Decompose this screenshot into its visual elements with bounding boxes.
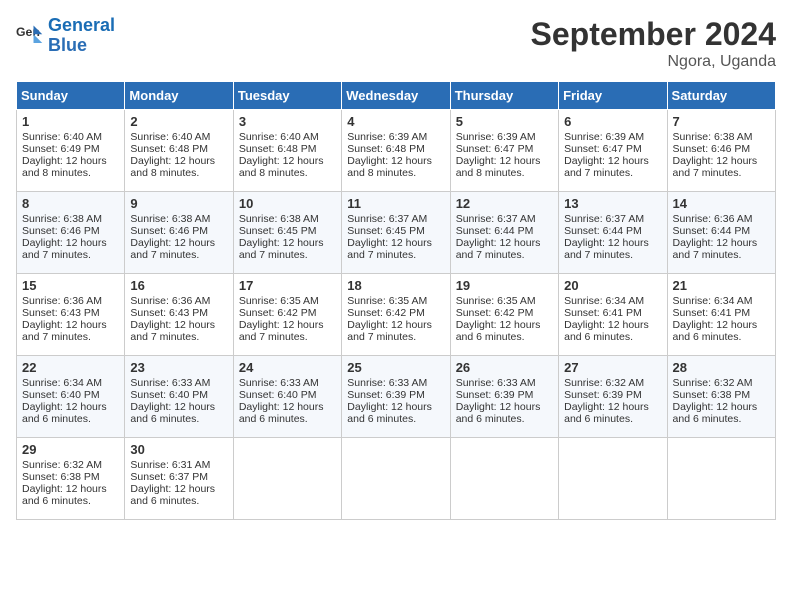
day-number: 5: [456, 114, 553, 129]
day-cell-10: 10 Sunrise: 6:38 AM Sunset: 6:45 PM Dayl…: [233, 192, 341, 274]
day-number: 14: [673, 196, 770, 211]
day-number: 6: [564, 114, 661, 129]
day-number: 13: [564, 196, 661, 211]
col-thursday: Thursday: [450, 82, 558, 110]
empty-cell: [450, 438, 558, 520]
page-header: Gen General Blue September 2024 Ngora, U…: [16, 16, 776, 71]
day-cell-22: 22 Sunrise: 6:34 AM Sunset: 6:40 PM Dayl…: [17, 356, 125, 438]
day-number: 16: [130, 278, 227, 293]
location: Ngora, Uganda: [531, 53, 776, 71]
day-number: 3: [239, 114, 336, 129]
calendar-row: 22 Sunrise: 6:34 AM Sunset: 6:40 PM Dayl…: [17, 356, 776, 438]
day-cell-29: 29 Sunrise: 6:32 AM Sunset: 6:38 PM Dayl…: [17, 438, 125, 520]
day-cell-7: 7 Sunrise: 6:38 AM Sunset: 6:46 PM Dayli…: [667, 110, 775, 192]
empty-cell: [559, 438, 667, 520]
calendar-row: 1 Sunrise: 6:40 AM Sunset: 6:49 PM Dayli…: [17, 110, 776, 192]
day-cell-4: 4 Sunrise: 6:39 AM Sunset: 6:48 PM Dayli…: [342, 110, 450, 192]
day-cell-23: 23 Sunrise: 6:33 AM Sunset: 6:40 PM Dayl…: [125, 356, 233, 438]
logo-line2: Blue: [48, 35, 87, 55]
day-number: 4: [347, 114, 444, 129]
day-cell-14: 14 Sunrise: 6:36 AM Sunset: 6:44 PM Dayl…: [667, 192, 775, 274]
day-number: 29: [22, 442, 119, 457]
day-cell-28: 28 Sunrise: 6:32 AM Sunset: 6:38 PM Dayl…: [667, 356, 775, 438]
day-number: 25: [347, 360, 444, 375]
day-cell-18: 18 Sunrise: 6:35 AM Sunset: 6:42 PM Dayl…: [342, 274, 450, 356]
day-cell-16: 16 Sunrise: 6:36 AM Sunset: 6:43 PM Dayl…: [125, 274, 233, 356]
day-cell-8: 8 Sunrise: 6:38 AM Sunset: 6:46 PM Dayli…: [17, 192, 125, 274]
logo-icon: Gen: [16, 22, 44, 50]
day-cell-27: 27 Sunrise: 6:32 AM Sunset: 6:39 PM Dayl…: [559, 356, 667, 438]
day-number: 27: [564, 360, 661, 375]
day-number: 9: [130, 196, 227, 211]
title-block: September 2024 Ngora, Uganda: [531, 16, 776, 71]
day-number: 17: [239, 278, 336, 293]
calendar-row: 8 Sunrise: 6:38 AM Sunset: 6:46 PM Dayli…: [17, 192, 776, 274]
day-cell-11: 11 Sunrise: 6:37 AM Sunset: 6:45 PM Dayl…: [342, 192, 450, 274]
day-cell-1: 1 Sunrise: 6:40 AM Sunset: 6:49 PM Dayli…: [17, 110, 125, 192]
day-cell-12: 12 Sunrise: 6:37 AM Sunset: 6:44 PM Dayl…: [450, 192, 558, 274]
day-cell-17: 17 Sunrise: 6:35 AM Sunset: 6:42 PM Dayl…: [233, 274, 341, 356]
day-cell-26: 26 Sunrise: 6:33 AM Sunset: 6:39 PM Dayl…: [450, 356, 558, 438]
col-sunday: Sunday: [17, 82, 125, 110]
day-number: 26: [456, 360, 553, 375]
day-number: 28: [673, 360, 770, 375]
day-cell-25: 25 Sunrise: 6:33 AM Sunset: 6:39 PM Dayl…: [342, 356, 450, 438]
day-number: 15: [22, 278, 119, 293]
day-number: 1: [22, 114, 119, 129]
day-cell-5: 5 Sunrise: 6:39 AM Sunset: 6:47 PM Dayli…: [450, 110, 558, 192]
day-cell-20: 20 Sunrise: 6:34 AM Sunset: 6:41 PM Dayl…: [559, 274, 667, 356]
logo-text: General Blue: [48, 16, 115, 56]
header-row: Sunday Monday Tuesday Wednesday Thursday…: [17, 82, 776, 110]
calendar-row: 15 Sunrise: 6:36 AM Sunset: 6:43 PM Dayl…: [17, 274, 776, 356]
day-number: 23: [130, 360, 227, 375]
col-friday: Friday: [559, 82, 667, 110]
col-wednesday: Wednesday: [342, 82, 450, 110]
empty-cell: [233, 438, 341, 520]
col-saturday: Saturday: [667, 82, 775, 110]
day-cell-15: 15 Sunrise: 6:36 AM Sunset: 6:43 PM Dayl…: [17, 274, 125, 356]
day-number: 21: [673, 278, 770, 293]
col-monday: Monday: [125, 82, 233, 110]
day-cell-24: 24 Sunrise: 6:33 AM Sunset: 6:40 PM Dayl…: [233, 356, 341, 438]
empty-cell: [667, 438, 775, 520]
day-cell-19: 19 Sunrise: 6:35 AM Sunset: 6:42 PM Dayl…: [450, 274, 558, 356]
day-number: 18: [347, 278, 444, 293]
logo: Gen General Blue: [16, 16, 115, 56]
calendar-row: 29 Sunrise: 6:32 AM Sunset: 6:38 PM Dayl…: [17, 438, 776, 520]
day-number: 10: [239, 196, 336, 211]
day-cell-2: 2 Sunrise: 6:40 AM Sunset: 6:48 PM Dayli…: [125, 110, 233, 192]
day-number: 2: [130, 114, 227, 129]
day-number: 24: [239, 360, 336, 375]
month-title: September 2024: [531, 16, 776, 53]
day-number: 12: [456, 196, 553, 211]
day-cell-3: 3 Sunrise: 6:40 AM Sunset: 6:48 PM Dayli…: [233, 110, 341, 192]
calendar-table: Sunday Monday Tuesday Wednesday Thursday…: [16, 81, 776, 520]
logo-line1: General: [48, 15, 115, 35]
day-number: 22: [22, 360, 119, 375]
day-cell-13: 13 Sunrise: 6:37 AM Sunset: 6:44 PM Dayl…: [559, 192, 667, 274]
day-cell-21: 21 Sunrise: 6:34 AM Sunset: 6:41 PM Dayl…: [667, 274, 775, 356]
day-number: 7: [673, 114, 770, 129]
day-cell-6: 6 Sunrise: 6:39 AM Sunset: 6:47 PM Dayli…: [559, 110, 667, 192]
day-number: 19: [456, 278, 553, 293]
day-number: 30: [130, 442, 227, 457]
day-cell-9: 9 Sunrise: 6:38 AM Sunset: 6:46 PM Dayli…: [125, 192, 233, 274]
day-number: 11: [347, 196, 444, 211]
col-tuesday: Tuesday: [233, 82, 341, 110]
day-number: 8: [22, 196, 119, 211]
day-cell-30: 30 Sunrise: 6:31 AM Sunset: 6:37 PM Dayl…: [125, 438, 233, 520]
day-number: 20: [564, 278, 661, 293]
empty-cell: [342, 438, 450, 520]
